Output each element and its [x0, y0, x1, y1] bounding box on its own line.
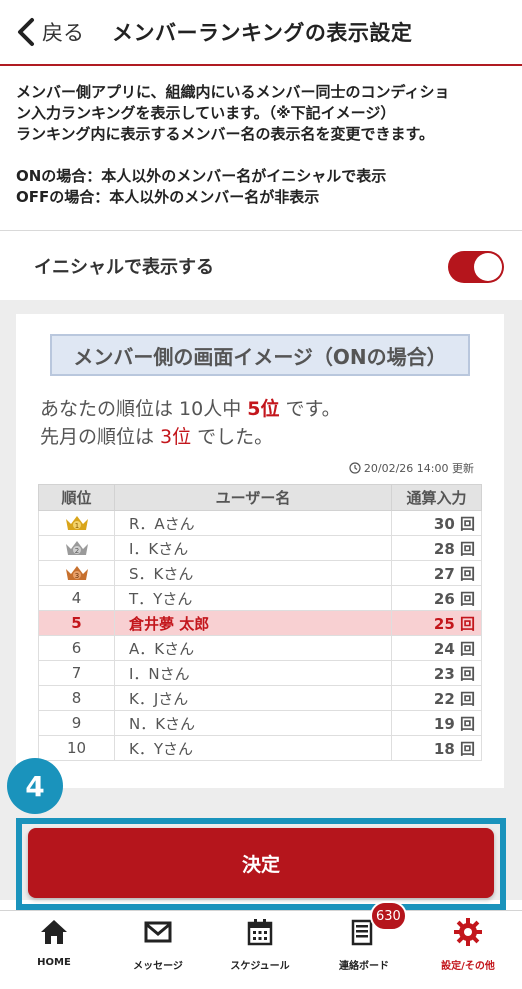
- current-rank-value: 5位: [247, 398, 280, 420]
- user-name: K．Jさん: [114, 685, 392, 711]
- user-name: N．Kさん: [114, 710, 392, 736]
- user-name: K．Yさん: [114, 735, 392, 761]
- initial-display-toggle[interactable]: [448, 251, 504, 283]
- silver-crown-icon: 2: [65, 541, 88, 556]
- initial-display-setting: イニシャルで表示する: [0, 230, 522, 300]
- table-row: 3 S．Kさん 27 回: [38, 560, 482, 586]
- input-count: 24 回: [391, 635, 482, 661]
- bronze-crown-icon: 3: [65, 566, 88, 581]
- description-line: ONの場合：本人以外のメンバー名がイニシャルで表示: [16, 167, 387, 185]
- user-name: 倉井夢 太郎: [114, 610, 392, 636]
- user-name: I．Nさん: [114, 660, 392, 686]
- table-row: 6 A．Kさん 24 回: [38, 635, 482, 661]
- input-count: 23 回: [391, 660, 482, 686]
- tab-messages[interactable]: メッセージ: [106, 911, 210, 989]
- input-count: 18 回: [391, 735, 482, 761]
- home-icon: [41, 920, 67, 944]
- updated-timestamp: 20/02/26 14:00 更新: [349, 460, 474, 476]
- table-row: 1 R．Aさん 30 回: [38, 510, 482, 536]
- rank-number: 6: [38, 635, 115, 661]
- last-month-rank-value: 3位: [160, 426, 192, 448]
- user-name: T．Yさん: [114, 585, 392, 611]
- preview-title: メンバー側の画面イメージ（ONの場合）: [50, 334, 470, 376]
- table-row: 10 K．Yさん 18 回: [38, 735, 482, 761]
- description-line: メンバー側アプリに、組織内にいるメンバー同士のコンディショ: [16, 83, 450, 101]
- user-name: S．Kさん: [114, 560, 392, 586]
- column-header-count: 通算入力: [391, 484, 482, 511]
- clock-icon: [349, 462, 361, 474]
- rank-number: 8: [38, 685, 115, 711]
- input-count: 26 回: [391, 585, 482, 611]
- description-line: ン入力ランキングを表示しています。（※下記イメージ）: [16, 104, 396, 122]
- rank-number: 10: [38, 735, 115, 761]
- input-count: 30 回: [391, 510, 482, 536]
- setting-label: イニシャルで表示する: [34, 256, 214, 278]
- column-header-rank: 順位: [38, 484, 115, 511]
- tab-home[interactable]: HOME: [2, 911, 106, 989]
- header: 戻る メンバーランキングの表示設定: [0, 0, 522, 66]
- rank-number: 9: [38, 710, 115, 736]
- input-count: 19 回: [391, 710, 482, 736]
- back-label: 戻る: [42, 21, 84, 45]
- table-row: 8 K．Jさん 22 回: [38, 685, 482, 711]
- svg-text:3: 3: [74, 572, 78, 580]
- table-row: 9 N．Kさん 19 回: [38, 710, 482, 736]
- preview-image: メンバー側の画面イメージ（ONの場合） あなたの順位は 10人中 5位 です。 …: [16, 314, 504, 788]
- current-rank-text: あなたの順位は 10人中 5位 です。: [40, 398, 341, 420]
- tab-settings[interactable]: 設定/その他: [416, 911, 520, 989]
- decide-button[interactable]: 決定: [28, 828, 494, 898]
- description-line: ランキング内に表示するメンバー名の表示名を変更できます。: [16, 125, 435, 143]
- input-count: 27 回: [391, 560, 482, 586]
- last-month-rank-text: 先月の順位は 3位 でした。: [40, 426, 274, 448]
- description-line: OFFの場合：本人以外のメンバー名が非表示: [16, 188, 320, 206]
- step-number-badge: 4: [7, 758, 63, 814]
- input-count: 22 回: [391, 685, 482, 711]
- page-title: メンバーランキングの表示設定: [112, 21, 413, 45]
- toggle-knob: [474, 253, 502, 281]
- calendar-icon: [247, 919, 273, 946]
- table-row: 2 I．Kさん 28 回: [38, 535, 482, 561]
- back-button[interactable]: 戻る: [14, 0, 84, 65]
- table-row-current-user: 5 倉井夢 太郎 25 回: [38, 610, 482, 636]
- gold-crown-icon: 1: [65, 516, 88, 531]
- ranking-table: 順位 ユーザー名 通算入力 1 R．Aさん 30 回 2 I．Kさん 28 回 …: [38, 484, 482, 761]
- input-count: 25 回: [391, 610, 482, 636]
- column-header-user: ユーザー名: [114, 484, 392, 511]
- rank-number: 7: [38, 660, 115, 686]
- table-row: 4 T．Yさん 26 回: [38, 585, 482, 611]
- envelope-icon: [144, 921, 172, 943]
- table-row: 7 I．Nさん 23 回: [38, 660, 482, 686]
- user-name: A．Kさん: [114, 635, 392, 661]
- tab-schedule[interactable]: スケジュール: [208, 911, 312, 989]
- rank-number: 5: [38, 610, 115, 636]
- user-name: R．Aさん: [114, 510, 392, 536]
- description: メンバー側アプリに、組織内にいるメンバー同士のコンディショ ン入力ランキングを表…: [0, 68, 522, 230]
- rank-number: 4: [38, 585, 115, 611]
- gear-icon: [454, 918, 482, 946]
- tab-board[interactable]: 630 連絡ボード: [312, 901, 416, 989]
- chevron-left-icon: [18, 18, 34, 46]
- user-name: I．Kさん: [114, 535, 392, 561]
- unread-count-badge: 630: [370, 901, 407, 931]
- svg-text:1: 1: [74, 522, 78, 530]
- tab-bar: HOME メッセージ スケジュール 630 連絡ボード 設定/その他: [0, 901, 522, 989]
- svg-text:2: 2: [74, 547, 78, 555]
- input-count: 28 回: [391, 535, 482, 561]
